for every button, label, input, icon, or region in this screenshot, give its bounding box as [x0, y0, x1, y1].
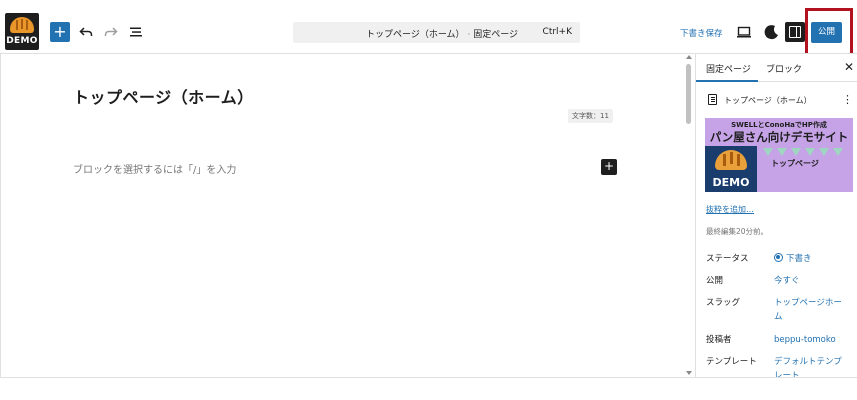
pennant-decoration	[791, 148, 801, 156]
editor-canvas[interactable]: トップページ（ホーム） 文字数：11 ブロックを選択するには「/」を入力 +	[0, 54, 695, 377]
more-options-icon[interactable]: ⋮	[842, 93, 853, 106]
template-button[interactable]: デフォルトテンプレート	[774, 355, 850, 377]
meta-label-publish: 公開	[706, 276, 724, 286]
publish-highlight-annotation	[805, 8, 853, 56]
logo-text: DEMO	[6, 36, 38, 46]
canvas-scrollbar[interactable]	[684, 54, 694, 377]
undo-button[interactable]	[76, 22, 96, 42]
publish-date-button[interactable]: 今すぐ	[774, 274, 850, 288]
meta-label-template: テンプレート	[706, 357, 757, 367]
command-bar-page-title: トップページ（ホーム）	[366, 30, 465, 40]
status-button[interactable]: 下書き	[774, 252, 850, 266]
block-placeholder[interactable]: ブロックを選択するには「/」を入力	[73, 161, 236, 176]
document-overview-button[interactable]	[126, 22, 146, 42]
plus-icon: +	[53, 22, 67, 41]
save-draft-button[interactable]: 下書き保存	[680, 27, 723, 39]
meta-label-slug: スラッグ	[706, 298, 741, 308]
add-block-button[interactable]: +	[50, 22, 70, 42]
word-count-badge: 文字数：11	[568, 109, 613, 123]
tab-block[interactable]: ブロック	[766, 62, 802, 75]
scroll-up-arrow-icon[interactable]	[686, 55, 692, 59]
editor-footer	[0, 378, 857, 400]
last-edited-text: 最終編集20分前。	[706, 227, 769, 236]
command-bar-title: トップページ（ホーム） · 固定ページ	[366, 27, 518, 40]
author-button[interactable]: beppu-tomoko	[774, 333, 850, 347]
pennant-decoration	[833, 148, 843, 156]
pennant-decoration	[819, 148, 829, 156]
featured-image-logo: DEMO	[705, 146, 757, 192]
settings-toggle-button[interactable]	[785, 22, 805, 42]
command-palette-bar[interactable]: トップページ（ホーム） · 固定ページ Ctrl+K	[293, 22, 580, 43]
meta-value-status: 下書き	[786, 254, 812, 264]
scroll-thumb[interactable]	[686, 64, 691, 124]
featured-image-line2: パン屋さん向けデモサイト	[709, 130, 849, 144]
document-overview-icon	[130, 27, 142, 37]
view-button[interactable]	[736, 24, 752, 40]
page-icon	[708, 94, 717, 105]
close-sidebar-icon[interactable]: ✕	[844, 60, 854, 74]
active-tab-indicator	[696, 80, 758, 82]
site-logo[interactable]: DEMO	[5, 13, 39, 50]
featured-image-label: トップページ	[771, 159, 819, 168]
tab-page[interactable]: 固定ページ	[706, 62, 751, 75]
bread-icon	[715, 150, 747, 170]
featured-image[interactable]: SWELLとConoHaでHP作成 パン屋さん向けデモサイト DEMO トップペ…	[705, 118, 853, 192]
slug-button[interactable]: トップページホーム	[774, 296, 850, 324]
styles-button[interactable]	[762, 23, 780, 41]
command-bar-separator: ·	[467, 30, 471, 40]
settings-sidebar: 固定ページ ブロック ✕ トップページ（ホーム） ⋮ SWELLとConoHaで…	[695, 54, 857, 377]
scroll-down-arrow-icon[interactable]	[686, 371, 692, 375]
draft-status-icon	[774, 253, 783, 262]
pennant-decoration	[763, 148, 773, 156]
command-bar-shortcut: Ctrl+K	[542, 27, 572, 37]
featured-image-logo-text: DEMO	[712, 176, 750, 189]
view-icon	[737, 26, 751, 38]
pennant-decoration	[805, 148, 815, 156]
sidebar-tabs: 固定ページ ブロック ✕	[696, 54, 857, 82]
settings-icon	[789, 26, 801, 38]
undo-icon	[79, 27, 93, 36]
document-title: トップページ（ホーム）	[724, 96, 812, 105]
style-icon	[764, 25, 778, 40]
plus-icon: +	[603, 159, 615, 173]
add-excerpt-link[interactable]: 抜粋を追加…	[706, 204, 754, 215]
redo-button[interactable]	[101, 22, 121, 42]
document-summary: トップページ（ホーム） ⋮	[708, 93, 853, 108]
block-inserter-button[interactable]: +	[601, 159, 617, 175]
meta-label-status: ステータス	[706, 254, 749, 264]
redo-icon	[104, 27, 118, 36]
page-title[interactable]: トップページ（ホーム）	[73, 84, 254, 108]
bread-icon	[10, 17, 34, 33]
pennant-decoration	[777, 148, 787, 156]
command-bar-page-type: 固定ページ	[473, 30, 519, 40]
meta-label-author: 投稿者	[706, 335, 732, 345]
